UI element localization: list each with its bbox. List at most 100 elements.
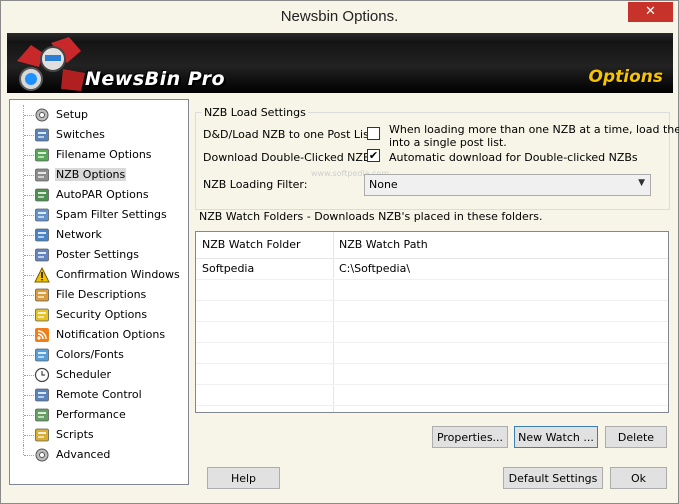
options-window: Newsbin Options. ✕ NewsBin Pro Options S… <box>0 0 679 504</box>
banner: NewsBin Pro Options <box>7 33 673 93</box>
watch-folders-caption: NZB Watch Folders - Downloads NZB's plac… <box>199 210 543 223</box>
empty-row <box>196 385 668 406</box>
folder-cell: Softpedia <box>202 262 255 275</box>
sidebar-item-label: Spam Filter Settings <box>56 208 167 221</box>
path-cell: C:\Softpedia\ <box>339 262 411 275</box>
filename-icon <box>35 148 49 162</box>
rss-icon <box>35 328 49 342</box>
warning-icon <box>34 267 50 283</box>
robot-mascot-icon <box>17 37 85 91</box>
sidebar-item-label: Colors/Fonts <box>56 348 124 361</box>
d-and-d-label: D&D/Load NZB to one Post List: <box>203 128 377 141</box>
list-header: NZB Watch Folder NZB Watch Path <box>196 232 668 259</box>
section-title: Options <box>588 67 663 87</box>
tree-branch <box>24 155 34 156</box>
one-post-list-text-line2[interactable]: into a single post list. <box>389 136 507 149</box>
sidebar-item[interactable]: Performance <box>10 405 188 425</box>
close-button[interactable]: ✕ <box>628 2 673 22</box>
checkmark-icon: ✔ <box>368 149 379 162</box>
double-click-label: Download Double-Clicked NZB: <box>203 151 375 164</box>
network-icon <box>35 228 49 242</box>
default-settings-button[interactable]: Default Settings <box>503 467 603 489</box>
sidebar-item-label: Setup <box>56 108 89 121</box>
spam-filter-icon <box>35 208 49 222</box>
poster-icon <box>35 248 49 262</box>
tree-branch <box>24 455 34 456</box>
brand-name: NewsBin Pro <box>85 68 226 90</box>
sidebar-item[interactable]: Switches <box>10 125 188 145</box>
column-header-path[interactable]: NZB Watch Path <box>339 238 428 251</box>
gear-icon <box>35 108 49 122</box>
tree-connector <box>23 445 24 455</box>
properties-button[interactable]: Properties... <box>432 426 508 448</box>
sidebar-item[interactable]: Spam Filter Settings <box>10 205 188 225</box>
one-post-list-text-line1[interactable]: When loading more than one NZB at a time… <box>389 123 679 136</box>
sidebar-item[interactable]: Remote Control <box>10 385 188 405</box>
loading-filter-select[interactable]: None ▼ <box>364 174 651 196</box>
tree-branch <box>24 255 34 256</box>
sidebar-item[interactable]: Security Options <box>10 305 188 325</box>
switches-icon <box>35 128 49 142</box>
sidebar-item[interactable]: Notification Options <box>10 325 188 345</box>
tree-branch <box>24 275 34 276</box>
tree-branch <box>24 135 34 136</box>
table-row[interactable]: Softpedia C:\Softpedia\ <box>196 259 668 280</box>
help-button[interactable]: Help <box>207 467 280 489</box>
watch-folders-list[interactable]: NZB Watch Folder NZB Watch Path Softpedi… <box>195 231 669 413</box>
tree-branch <box>24 415 34 416</box>
advanced-gear-icon <box>35 448 49 462</box>
sidebar-item[interactable]: Scheduler <box>10 365 188 385</box>
sidebar-item[interactable]: Scripts <box>10 425 188 445</box>
new-watch-button[interactable]: New Watch ... <box>514 426 598 448</box>
options-tree[interactable]: Setup Switches Filename Options NZB Options… <box>9 99 189 485</box>
column-header-folder[interactable]: NZB Watch Folder <box>202 238 301 251</box>
one-post-list-checkbox[interactable] <box>367 127 380 140</box>
chevron-down-icon: ▼ <box>638 178 645 188</box>
sidebar-item-label: Poster Settings <box>56 248 139 261</box>
tree-branch <box>24 115 34 116</box>
delete-button[interactable]: Delete <box>605 426 667 448</box>
sidebar-item[interactable]: Network <box>10 225 188 245</box>
ok-button[interactable]: Ok <box>610 467 667 489</box>
sidebar-item[interactable]: File Descriptions <box>10 285 188 305</box>
banner-stripe <box>7 33 673 43</box>
sidebar-item-label: Security Options <box>56 308 148 321</box>
sidebar-item-label: Performance <box>56 408 126 421</box>
loading-filter-label: NZB Loading Filter: <box>203 178 308 191</box>
security-icon <box>35 308 49 322</box>
window-title: Newsbin Options. <box>280 8 399 25</box>
tree-branch <box>24 215 34 216</box>
sidebar-item[interactable]: NZB Options <box>10 165 188 185</box>
sidebar-item[interactable]: Colors/Fonts <box>10 345 188 365</box>
sidebar-item[interactable]: Filename Options <box>10 145 188 165</box>
sidebar-item-label: Network <box>56 228 102 241</box>
sidebar-item[interactable]: AutoPAR Options <box>10 185 188 205</box>
sidebar-item-label: Notification Options <box>56 328 166 341</box>
double-click-checkbox[interactable]: ✔ <box>367 149 380 162</box>
sidebar-item-label: File Descriptions <box>56 288 147 301</box>
sidebar-item-label: Confirmation Windows <box>56 268 180 281</box>
loading-filter-value: None <box>369 178 398 191</box>
sidebar-item-label: Scheduler <box>56 368 112 381</box>
empty-row <box>196 364 668 385</box>
title-bar[interactable]: Newsbin Options. ✕ <box>1 1 678 33</box>
sidebar-item-label: Advanced <box>56 448 111 461</box>
empty-row <box>196 301 668 322</box>
double-click-text[interactable]: Automatic download for Double-clicked NZ… <box>389 151 638 164</box>
sidebar-item[interactable]: Setup <box>10 105 188 125</box>
sidebar-item[interactable]: Confirmation Windows <box>10 265 188 285</box>
file-descriptions-icon <box>35 288 49 302</box>
tree-branch <box>24 395 34 396</box>
sidebar-item[interactable]: Poster Settings <box>10 245 188 265</box>
empty-row <box>196 280 668 301</box>
sidebar-item-label: Filename Options <box>56 148 152 161</box>
colors-icon <box>35 348 49 362</box>
tree-branch <box>24 315 34 316</box>
tree-branch <box>24 195 34 196</box>
tree-branch <box>24 375 34 376</box>
sidebar-item-label: NZB Options <box>55 168 127 181</box>
empty-row <box>196 322 668 343</box>
sidebar-item[interactable]: Advanced <box>10 445 188 465</box>
nzb-icon <box>35 168 49 182</box>
tree-branch <box>24 295 34 296</box>
